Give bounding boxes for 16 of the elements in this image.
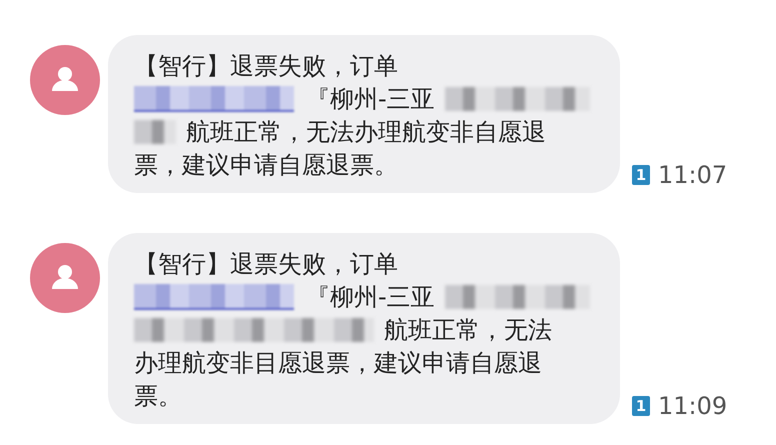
redacted-block bbox=[134, 120, 176, 144]
sim-badge: 1 bbox=[632, 396, 650, 416]
message-text: 『柳州-三亚 bbox=[306, 84, 435, 114]
avatar-icon bbox=[30, 243, 100, 313]
message-text: 『柳州-三亚 bbox=[306, 282, 435, 312]
sim-badge: 1 bbox=[632, 165, 650, 185]
avatar-icon bbox=[30, 45, 100, 115]
message-text: 办理航变非目愿退票，建议申请自愿退 bbox=[134, 348, 542, 378]
message-text: 航班正常，无法 bbox=[384, 314, 552, 346]
message-text: 航班正常，无法办理航变非自愿退 bbox=[186, 116, 546, 148]
message-text: 票，建议申请自愿退票。 bbox=[134, 150, 398, 180]
message-text: 【智行】退票失败，订单 bbox=[134, 248, 398, 280]
message-text: 【智行】退票失败，订单 bbox=[134, 50, 398, 82]
message-time: 11:09 bbox=[658, 392, 728, 420]
message-time: 11:07 bbox=[658, 161, 728, 189]
message-text: 票。 bbox=[134, 380, 182, 412]
